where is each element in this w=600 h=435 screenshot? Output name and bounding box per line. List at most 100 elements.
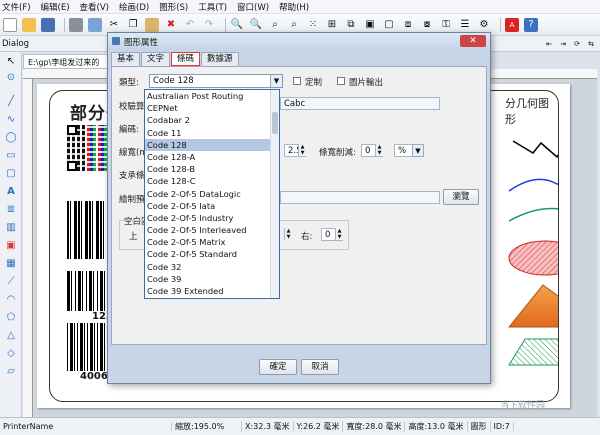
database-icon[interactable]: ☰ — [458, 18, 472, 32]
draw-input[interactable] — [280, 191, 440, 204]
dropdown-item[interactable]: Code 39 — [145, 273, 279, 285]
hand-icon[interactable]: ⊙ — [5, 72, 17, 84]
line-width-spinner[interactable]: ▲ ▼ — [298, 144, 306, 156]
dropdown-item[interactable]: Australian Post Routing — [145, 90, 279, 102]
polyline-icon[interactable]: ⟋ — [5, 276, 17, 288]
right-spinner[interactable]: ▲ ▼ — [335, 228, 343, 240]
tab-text[interactable]: 文字 — [141, 52, 171, 66]
hatched-parallelogram[interactable] — [508, 338, 559, 366]
dropdown-item[interactable]: Code 2-Of-5 Matrix — [145, 236, 279, 248]
ratio-spinner[interactable]: ▲ ▼ — [375, 144, 383, 156]
diamond-icon[interactable]: ◇ — [5, 348, 17, 360]
ok-button[interactable]: 確定 — [259, 359, 297, 375]
dropdown-scrollbar[interactable] — [270, 90, 279, 298]
preview-icon[interactable] — [88, 17, 102, 32]
dropdown-item[interactable]: Code 128-A — [145, 151, 279, 163]
tab-basic[interactable]: 基本 — [111, 52, 141, 66]
browse-button[interactable]: 瀏覽 — [443, 189, 479, 205]
line-icon[interactable]: ╱ — [5, 96, 17, 108]
dropdown-item[interactable]: Code 2-Of-5 Interleaved — [145, 224, 279, 236]
snap-icon[interactable]: ⊞ — [325, 18, 339, 32]
chevron-down-icon[interactable]: ▼ — [270, 75, 282, 87]
menu-shape[interactable]: 图形(S) — [159, 1, 188, 13]
triangle-icon[interactable]: △ — [5, 330, 17, 342]
redo-icon[interactable]: ↷ — [202, 18, 216, 32]
dialog-titlebar[interactable]: 图形属性 ✕ — [108, 33, 490, 49]
rectangle-icon[interactable]: ▭ — [5, 150, 17, 162]
align-left-icon[interactable]: ⇤ — [544, 39, 554, 49]
flip-icon[interactable]: ⇆ — [586, 39, 596, 49]
polygon-icon[interactable]: ⬠ — [5, 312, 17, 324]
settings-icon[interactable]: ⚙ — [477, 18, 491, 32]
hatched-ellipse[interactable] — [508, 240, 559, 276]
geometry-shapes[interactable] — [505, 113, 559, 373]
menu-help[interactable]: 帮助(H) — [279, 1, 309, 13]
top-spinner[interactable]: ▲ ▼ — [284, 228, 292, 240]
align-right-icon[interactable]: ⇥ — [558, 39, 568, 49]
green-curve[interactable] — [508, 207, 559, 224]
align-icon[interactable]: ⧉ — [344, 18, 358, 32]
dropdown-item[interactable]: Code 11 — [145, 127, 279, 139]
parallelogram-icon[interactable]: ▱ — [5, 366, 17, 378]
back-icon[interactable]: ⧇ — [420, 18, 434, 32]
pdf-icon[interactable]: A — [505, 17, 519, 32]
group-icon[interactable]: ▣ — [363, 18, 377, 32]
paragraph-icon[interactable]: ≣ — [5, 204, 17, 216]
dropdown-item[interactable]: CEPNet — [145, 102, 279, 114]
zoom-page-icon[interactable]: ⌕ — [287, 18, 301, 32]
dropdown-item[interactable]: Code 128-B — [145, 163, 279, 175]
rotate-icon[interactable]: ⟳ — [572, 39, 582, 49]
save-icon[interactable] — [41, 17, 55, 32]
open-icon[interactable] — [22, 17, 36, 32]
cancel-button[interactable]: 取消 — [301, 359, 339, 375]
table-icon[interactable]: ▦ — [5, 258, 17, 270]
dropdown-item[interactable]: Code 32 — [145, 261, 279, 273]
cut-icon[interactable]: ✂ — [107, 18, 121, 32]
barcode-icon[interactable]: ▥ — [5, 222, 17, 234]
orange-triangle[interactable] — [507, 284, 559, 328]
text-icon[interactable]: A — [5, 186, 17, 198]
ungroup-icon[interactable]: ▢ — [382, 18, 396, 32]
paste-icon[interactable] — [145, 17, 159, 32]
copy-icon[interactable]: ❐ — [126, 18, 140, 32]
front-icon[interactable]: ⧈ — [401, 18, 415, 32]
barcode-type-dropdown[interactable]: Australian Post Routing CEPNet Codabar 2 Co… — [144, 89, 280, 299]
zoom-out-icon[interactable]: 🔍 — [249, 18, 263, 32]
close-icon[interactable]: ✕ — [460, 35, 486, 47]
delete-icon[interactable]: ✖ — [164, 18, 178, 32]
new-icon[interactable] — [3, 17, 17, 32]
barcode-type-select[interactable]: Code 128 ▼ — [149, 74, 283, 88]
image-icon[interactable]: ▣ — [5, 240, 17, 252]
lock-icon[interactable]: ⚿ — [439, 18, 453, 32]
rounded-rect-icon[interactable]: ▢ — [5, 168, 17, 180]
menu-window[interactable]: 窗口(W) — [237, 1, 269, 13]
print-icon[interactable] — [69, 17, 83, 32]
grid-icon[interactable]: ⁙ — [306, 18, 320, 32]
menu-edit[interactable]: 编辑(E) — [41, 1, 70, 13]
arrow-polyline[interactable] — [512, 131, 559, 159]
curve-icon[interactable]: ∿ — [5, 114, 17, 126]
tab-datasource[interactable]: 數據源 — [201, 52, 239, 66]
undo-icon[interactable]: ↶ — [183, 18, 197, 32]
zoom-fit-icon[interactable]: ⌕ — [268, 18, 282, 32]
dropdown-item[interactable]: Code 2-Of-5 Industry — [145, 212, 279, 224]
dropdown-item[interactable]: Code 2-Of-5 DataLogic — [145, 188, 279, 200]
ellipse-icon[interactable]: ◯ — [5, 132, 17, 144]
verify-input[interactable]: Cabc — [280, 97, 440, 110]
menu-view[interactable]: 查看(V) — [80, 1, 109, 13]
dropdown-item[interactable]: Codabar 2 — [145, 114, 279, 126]
chevron-down-icon[interactable]: ▼ — [412, 144, 424, 157]
custom-checkbox[interactable] — [293, 77, 301, 85]
menu-tools[interactable]: 工具(T) — [198, 1, 227, 13]
dropdown-item[interactable]: Code 128 — [145, 138, 279, 151]
dropdown-item[interactable]: Code 128-C — [145, 175, 279, 187]
dropdown-item[interactable]: Code 2-Of-5 Standard — [145, 248, 279, 260]
blue-curve[interactable] — [508, 178, 559, 192]
scroll-thumb[interactable] — [272, 112, 278, 134]
arc-icon[interactable]: ◠ — [5, 294, 17, 306]
pointer-icon[interactable]: ↖ — [5, 56, 17, 68]
help-icon[interactable]: ? — [524, 17, 538, 32]
tab-barcode[interactable]: 條碼 — [171, 52, 201, 66]
zoom-in-icon[interactable]: 🔍 — [230, 18, 244, 32]
menu-file[interactable]: 文件(F) — [2, 1, 31, 13]
